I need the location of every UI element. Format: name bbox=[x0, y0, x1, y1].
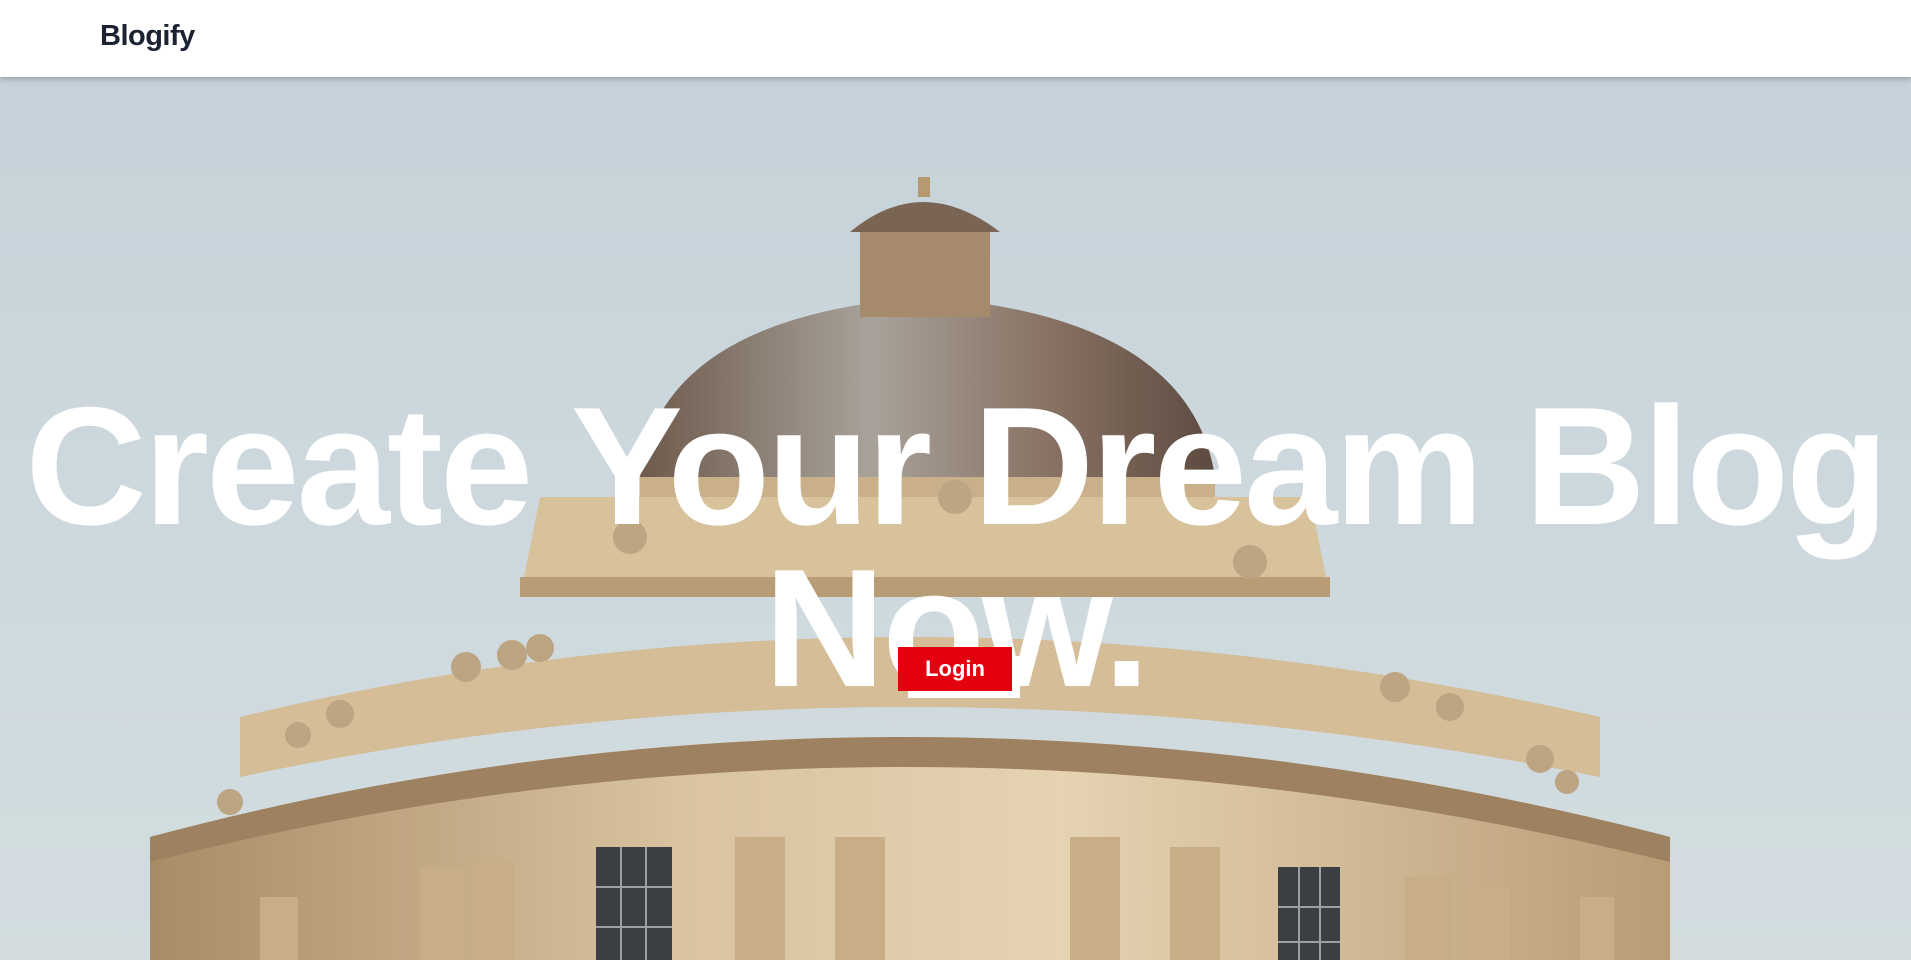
brand-logo[interactable]: Blogify bbox=[100, 20, 195, 53]
landing-page: Blogify Create Your Dream Blog Now. Logi… bbox=[0, 0, 1911, 960]
login-button[interactable]: Login bbox=[898, 647, 1012, 691]
navbar: Blogify bbox=[0, 0, 1911, 77]
hero-section: Create Your Dream Blog Now. Login bbox=[0, 77, 1911, 960]
login-button-wrapper: Login bbox=[898, 647, 1022, 699]
